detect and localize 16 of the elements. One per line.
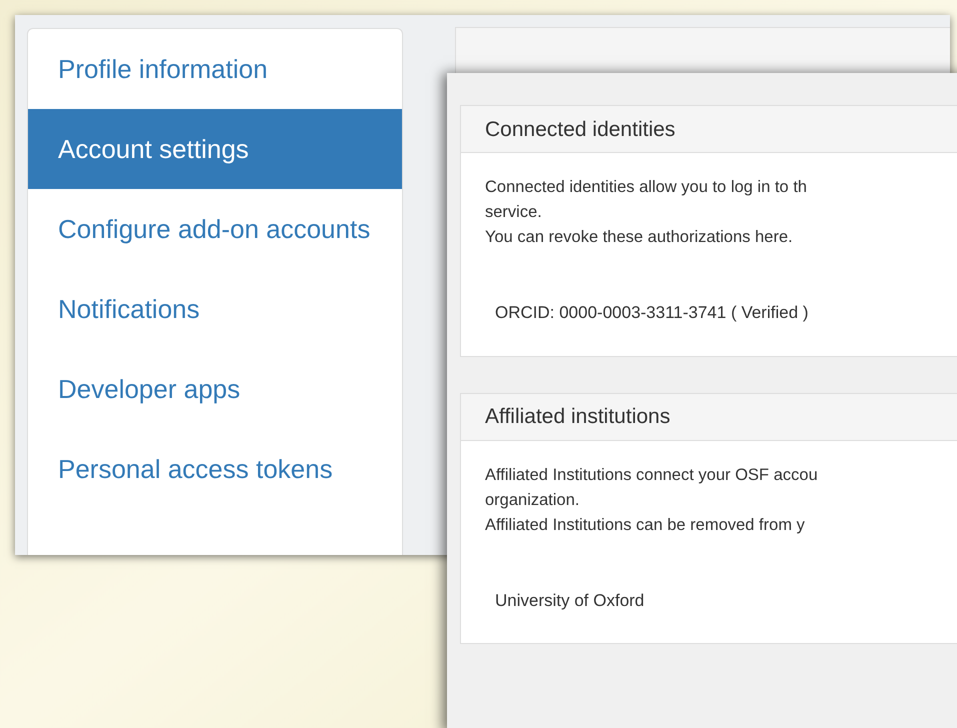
sidebar-item[interactable]: Notifications: [28, 269, 402, 349]
sidebar-item[interactable]: Personal access tokens: [28, 429, 402, 509]
sidebar-item[interactable]: Profile information: [28, 29, 402, 109]
description-text: service.: [485, 202, 542, 223]
sidebar-item[interactable]: Configure add-on accounts: [28, 189, 402, 269]
description-text: organization.: [485, 490, 580, 510]
description-text: Affiliated Institutions can be removed from y: [485, 514, 805, 536]
description-text: Affiliated Institutions connect your OSF accou: [485, 464, 818, 486]
identity-entry: University of Oxford: [495, 590, 644, 612]
panel-title: Connected identities: [485, 116, 676, 142]
description-text: Connected identities allow you to log in to th: [485, 177, 807, 198]
panel-title: Affiliated institutions: [485, 404, 670, 430]
sidebar-item[interactable]: Developer apps: [28, 349, 402, 429]
sidebar-item[interactable]: Account settings: [28, 109, 402, 189]
identity-entry: ORCID: 0000-0003-3311-3741 ( Verified ): [495, 302, 808, 324]
description-text: You can revoke these authorizations here.: [485, 227, 793, 248]
